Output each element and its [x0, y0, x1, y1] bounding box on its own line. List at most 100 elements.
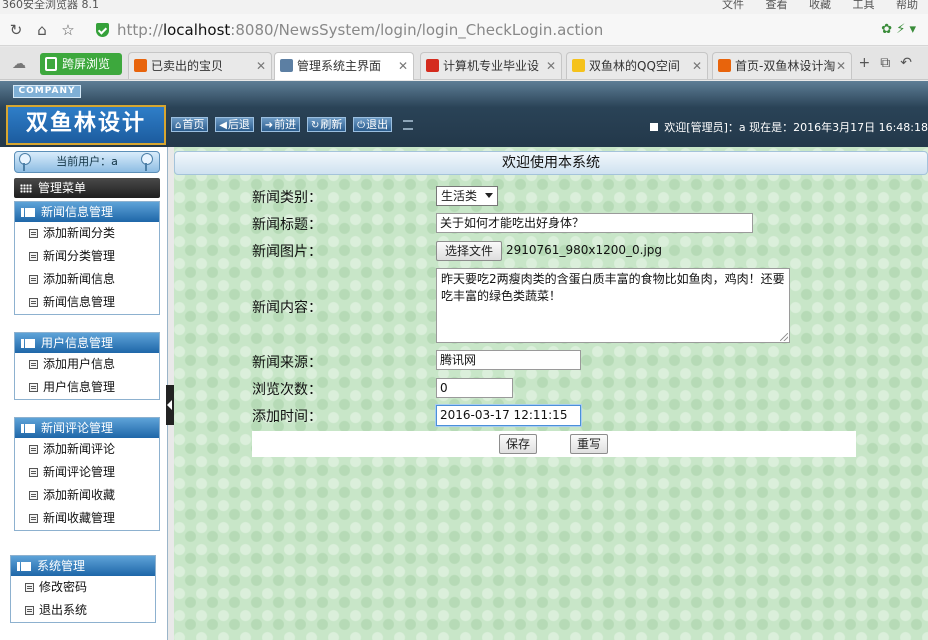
menu-view[interactable]: 查看 — [766, 0, 788, 11]
document-icon — [29, 252, 38, 261]
document-icon — [25, 606, 34, 615]
menu-head-system[interactable]: 系统管理 — [11, 556, 155, 576]
sidebar-item-add-news[interactable]: 添加新闻信息 — [15, 268, 159, 291]
refresh-button-label: 刷新 — [320, 118, 343, 131]
menu-head-comments[interactable]: 新闻评论管理 — [15, 418, 159, 438]
page-icon — [426, 59, 439, 72]
views-input[interactable]: 0 — [436, 378, 513, 398]
category-select-value: 生活类 — [441, 189, 478, 203]
menu-file[interactable]: 文件 — [722, 0, 744, 11]
logout-button[interactable]: ⏻退出 — [353, 117, 393, 132]
sidebar-item-label: 添加新闻信息 — [43, 272, 116, 286]
tab-graduation-design[interactable]: 计算机专业毕业设 ✕ — [420, 52, 562, 79]
list-icon — [21, 339, 35, 348]
sidebar-item-favorite-mgmt[interactable]: 新闻收藏管理 — [15, 507, 159, 530]
sidebar-item-news-category-mgmt[interactable]: 新闻分类管理 — [15, 245, 159, 268]
choose-file-button[interactable]: 选择文件 — [436, 241, 502, 261]
sidebar-item-change-password[interactable]: 修改密码 — [11, 576, 155, 599]
tab-qq-zone[interactable]: 双鱼林的QQ空间 ✕ — [566, 52, 708, 79]
cloud-sync-icon[interactable]: ☁ — [12, 56, 26, 72]
tab-label: 计算机专业毕业设 — [443, 59, 540, 73]
back-button[interactable]: ◀后退 — [215, 117, 254, 132]
pin-icon — [18, 153, 31, 171]
sidebar-item-label: 添加用户信息 — [43, 357, 116, 371]
sidebar-item-add-news-category[interactable]: 添加新闻分类 — [15, 222, 159, 245]
time-input[interactable]: 2016-03-17 12:11:15 — [436, 405, 581, 426]
main-content: 欢迎使用本系统 新闻类别： 生活类 新闻标题： 关于如何才能吃出好身体？ 新闻图… — [174, 147, 928, 640]
bookmark-icon[interactable]: ☆ — [58, 20, 78, 40]
menu-head-label: 新闻信息管理 — [41, 205, 114, 219]
category-select[interactable]: 生活类 — [436, 186, 498, 206]
url-input[interactable]: http://localhost:8080/NewsSystem/login/l… — [117, 21, 603, 39]
tab-taobao-shop[interactable]: 首页-双鱼林设计淘 ✕ — [712, 52, 852, 79]
sidebar-item-label: 用户信息管理 — [43, 380, 116, 394]
sidebar-item-label: 新闻分类管理 — [43, 249, 116, 263]
document-icon — [29, 360, 38, 369]
sidebar-item-add-comment[interactable]: 添加新闻评论 — [15, 438, 159, 461]
menu-group-comments: 新闻评论管理 添加新闻评论 新闻评论管理 添加新闻收藏 新闻收藏管理 — [14, 417, 160, 531]
refresh-icon: ↻ — [310, 120, 320, 131]
forward-arrow-icon: ➜ — [264, 120, 274, 131]
title-input[interactable]: 关于如何才能吃出好身体？ — [436, 213, 753, 233]
sidebar-item-news-mgmt[interactable]: 新闻信息管理 — [15, 291, 159, 314]
image-label: 新闻图片： — [252, 244, 322, 260]
menu-tools[interactable]: 工具 — [853, 0, 875, 11]
back-arrow-icon: ◀ — [219, 120, 227, 131]
close-icon[interactable]: ✕ — [692, 53, 702, 79]
url-scheme: http:// — [117, 21, 163, 39]
new-tab-icon[interactable]: +⧉↶ — [859, 55, 922, 71]
sidebar-item-label: 新闻信息管理 — [43, 295, 116, 309]
tab-sold-items[interactable]: 已卖出的宝贝 ✕ — [128, 52, 272, 79]
sidebar-item-exit-system[interactable]: 退出系统 — [11, 599, 155, 622]
sidebar-item-add-favorite[interactable]: 添加新闻收藏 — [15, 484, 159, 507]
app-toolbar: ⌂首页 ◀后退 ➜前进 ↻刷新 ⏻退出 — [171, 117, 413, 132]
back-button-label: 后退 — [227, 118, 250, 131]
current-user-bar: 当前用户：a — [14, 151, 160, 173]
menu-head-users[interactable]: 用户信息管理 — [15, 333, 159, 353]
reset-button[interactable]: 重写 — [570, 434, 608, 454]
tab-label: 管理系统主界面 — [297, 59, 382, 73]
content-text: 昨天要吃2两瘦肉类的含蛋白质丰富的食物比如鱼肉，鸡肉！还要吃丰富的绿色类蔬菜！ — [441, 272, 785, 303]
close-icon[interactable]: ✕ — [836, 53, 846, 79]
reload-icon[interactable]: ↻ — [6, 20, 26, 40]
sidebar-item-label: 新闻收藏管理 — [43, 511, 116, 525]
close-icon[interactable]: ✕ — [546, 53, 556, 79]
menu-head-news[interactable]: 新闻信息管理 — [15, 202, 159, 222]
tab-label: 首页-双鱼林设计淘 — [735, 59, 836, 73]
browser-menu-bar: 文件 查看 收藏 工具 帮助 — [704, 0, 918, 12]
speed-mode-icon[interactable]: ✿ ⚡ ▾ — [881, 22, 916, 37]
refresh-button[interactable]: ↻刷新 — [306, 117, 347, 132]
close-icon[interactable]: ✕ — [256, 53, 266, 79]
menu-favorites[interactable]: 收藏 — [809, 0, 831, 11]
home-button[interactable]: ⌂首页 — [171, 117, 209, 132]
document-icon — [29, 445, 38, 454]
sidebar-item-label: 添加新闻评论 — [43, 442, 116, 456]
url-host: localhost — [162, 21, 231, 39]
resize-grip-icon[interactable] — [780, 333, 788, 341]
menu-group-users: 用户信息管理 添加用户信息 用户信息管理 — [14, 332, 160, 400]
logo: 双鱼林设计 — [6, 105, 166, 145]
grid-icon — [20, 184, 32, 193]
menu-help[interactable]: 帮助 — [896, 0, 918, 11]
menu-head-label: 用户信息管理 — [41, 336, 114, 350]
document-icon — [29, 514, 38, 523]
forward-button[interactable]: ➜前进 — [260, 117, 301, 132]
home-icon[interactable]: ⌂ — [32, 20, 52, 40]
app-header: COMPANY 双鱼林设计 ⌂首页 ◀后退 ➜前进 ↻刷新 ⏻退出 欢迎[管理员… — [0, 81, 928, 147]
save-button[interactable]: 保存 — [499, 434, 537, 454]
forward-button-label: 前进 — [274, 118, 297, 131]
sidebar-collapse-handle[interactable] — [166, 385, 174, 425]
sidebar-item-add-user[interactable]: 添加用户信息 — [15, 353, 159, 376]
close-icon[interactable]: ✕ — [398, 53, 408, 79]
browser-titlebar: 360安全浏览器 8.1 文件 查看 收藏 工具 帮助 — [0, 0, 928, 14]
sidebar-item-label: 新闻评论管理 — [43, 465, 116, 479]
tab-admin-main[interactable]: 管理系统主界面 ✕ — [274, 52, 414, 80]
cross-screen-tab[interactable]: 跨屏浏览 — [40, 53, 122, 75]
current-user-label: 当前用户：a — [56, 155, 118, 168]
source-input[interactable]: 腾讯网 — [436, 350, 581, 370]
content-textarea[interactable]: 昨天要吃2两瘦肉类的含蛋白质丰富的食物比如鱼肉，鸡肉！还要吃丰富的绿色类蔬菜！ — [436, 268, 790, 343]
sidebar-item-user-mgmt[interactable]: 用户信息管理 — [15, 376, 159, 399]
sidebar-item-comment-mgmt[interactable]: 新闻评论管理 — [15, 461, 159, 484]
category-label: 新闻类别： — [252, 190, 322, 206]
cross-screen-label: 跨屏浏览 — [62, 57, 111, 71]
